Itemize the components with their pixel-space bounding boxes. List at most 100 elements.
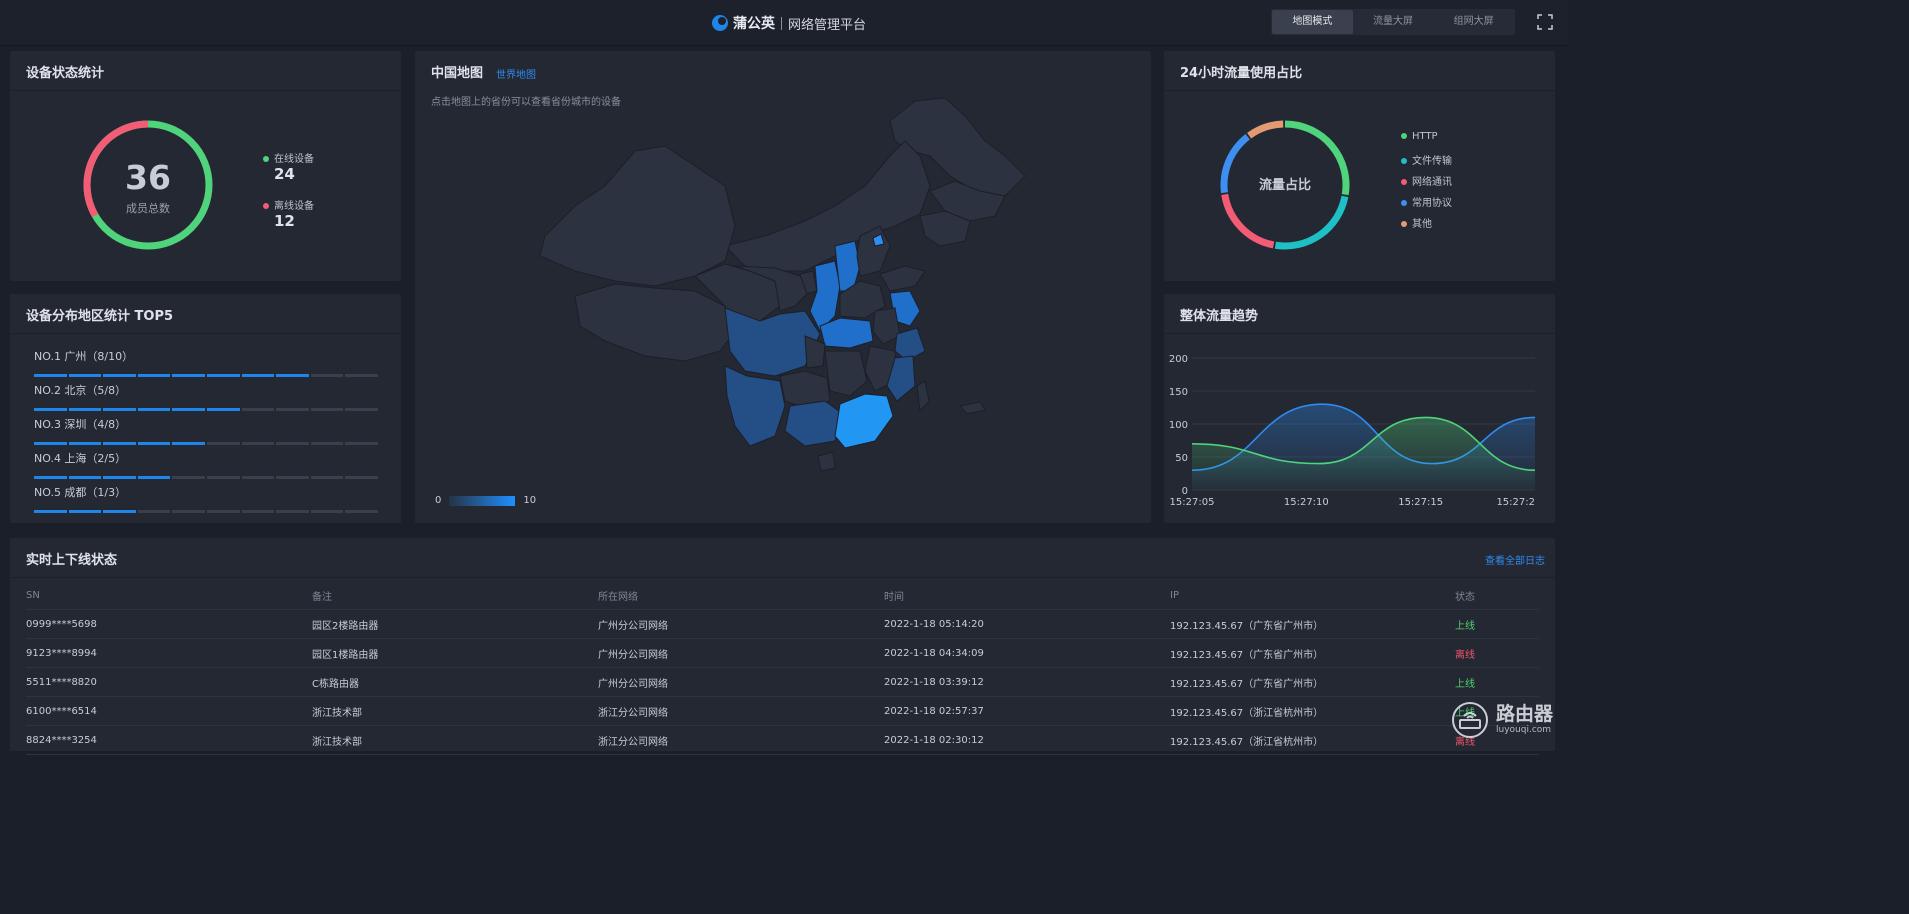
share-legend-item: 网络通讯: [1401, 173, 1452, 188]
progress-segment: [103, 442, 136, 445]
tab-map-mode[interactable]: 地图模式: [1272, 10, 1353, 34]
online-count: 24: [274, 165, 295, 183]
share-legend-item: 其他: [1401, 215, 1432, 230]
south-sea-islands: [959, 401, 986, 415]
y-tick-label: 0: [1182, 486, 1188, 497]
top-header: 蒲公英 网络管理平台 地图模式 流量大屏 组网大屏: [0, 0, 1568, 46]
col-ip: IP: [1170, 590, 1179, 601]
province-guangxi[interactable]: [784, 400, 844, 447]
legend-label: 文件传输: [1412, 156, 1452, 167]
share-legend-item: HTTP: [1401, 131, 1438, 142]
cell-time: 2022-1-18 04:34:09: [884, 647, 984, 659]
donut-slice: [1221, 193, 1275, 249]
cell-ip: 192.123.45.67（浙江省杭州市）: [1170, 707, 1324, 719]
cell-sn: 6100****6514: [26, 705, 97, 717]
device-donut-chart: 36 成员总数: [83, 120, 213, 250]
cell-note: 浙江技术部: [312, 736, 362, 748]
progress-segment: [172, 374, 205, 377]
table-row[interactable]: 6100****6514 浙江技术部 浙江分公司网络 2022-1-18 02:57:…: [26, 697, 1539, 726]
progress-segment: [345, 408, 378, 411]
rank-label: NO.3 深圳（4/8）: [34, 418, 127, 431]
progress-segment: [34, 408, 67, 411]
progress-segment: [68, 476, 102, 479]
province-inner-mongolia[interactable]: [724, 140, 931, 272]
table-row[interactable]: 9123****8994 园区1楼路由器 广州分公司网络 2022-1-18 04:3…: [26, 639, 1539, 668]
brand-name: 蒲公英: [733, 16, 775, 32]
region-top5-panel: 设备分布地区统计 TOP5 NO.1 广州（8/10） NO.2 北京（5/8） N…: [10, 294, 401, 523]
panel-title: 设备分布地区统计 TOP5: [26, 309, 174, 324]
rank-item: NO.4 上海（2/5）: [34, 450, 378, 479]
col-network: 所在网络: [598, 592, 638, 603]
y-tick-label: 50: [1175, 453, 1188, 464]
progress-segment: [103, 476, 136, 479]
province-hubei[interactable]: [819, 317, 874, 349]
platform-title: 网络管理平台: [788, 17, 867, 33]
province-anhui[interactable]: [872, 307, 901, 345]
share-legend-item: 文件传输: [1401, 152, 1452, 167]
province-hunan[interactable]: [824, 350, 868, 397]
legend-dot: [1401, 200, 1407, 206]
rank-progress-bar: [34, 510, 378, 513]
progress-segment: [137, 442, 171, 445]
legend-label: 其他: [1412, 219, 1432, 230]
traffic-share-donut: 流量占比: [1220, 120, 1350, 250]
progress-segment: [68, 442, 102, 445]
table-row[interactable]: 8824****3254 浙江技术部 浙江分公司网络 2022-1-18 02:30:…: [26, 726, 1539, 755]
progress-segment: [34, 510, 67, 513]
rank-progress-bar: [34, 476, 378, 479]
cell-time: 2022-1-18 05:14:20: [884, 618, 984, 630]
cell-network: 广州分公司网络: [598, 678, 668, 690]
offline-count: 12: [274, 212, 295, 230]
col-sn: SN: [26, 590, 40, 601]
table-row[interactable]: 5511****8820 C栋路由器 广州分公司网络 2022-1-18 03:39:…: [26, 668, 1539, 697]
x-tick-label: 15:27:05: [1170, 497, 1215, 508]
province-hainan[interactable]: [817, 451, 836, 472]
cell-sn: 0999****5698: [26, 618, 97, 630]
province-tibet[interactable]: [574, 283, 736, 362]
progress-segment: [310, 442, 344, 445]
watermark-url: luyouqi.com: [1496, 725, 1552, 735]
province-yunnan[interactable]: [724, 365, 786, 447]
fullscreen-icon[interactable]: [1537, 14, 1553, 30]
cell-note: 浙江技术部: [312, 707, 362, 719]
province-guangdong[interactable]: [834, 393, 894, 449]
panel-title: 中国地图: [431, 66, 484, 81]
legend-dot: [1401, 133, 1407, 139]
province-chongqing[interactable]: [804, 335, 826, 369]
progress-segment: [68, 510, 102, 513]
donut-center-label: 流量占比: [1259, 177, 1311, 193]
brand: 蒲公英 网络管理平台: [711, 12, 866, 34]
progress-segment: [241, 510, 275, 513]
progress-segment: [172, 476, 205, 479]
cell-note: 园区1楼路由器: [312, 649, 379, 661]
view-all-logs-link[interactable]: 查看全部日志: [1485, 552, 1545, 567]
tab-network-screen[interactable]: 组网大屏: [1433, 10, 1514, 34]
progress-segment: [310, 476, 344, 479]
mode-tabs: 地图模式 流量大屏 组网大屏: [1271, 9, 1515, 35]
cell-network: 浙江分公司网络: [598, 736, 668, 748]
cell-sn: 8824****3254: [26, 734, 97, 746]
map-legend-min: 0: [435, 495, 442, 506]
rank-label: NO.4 上海（2/5）: [34, 452, 127, 465]
watermark-title: 路由器: [1496, 703, 1554, 725]
cell-status: 上线: [1455, 620, 1475, 632]
y-tick-label: 150: [1169, 387, 1188, 398]
progress-segment: [241, 408, 275, 411]
map-legend-max: 10: [523, 495, 537, 506]
province-taiwan[interactable]: [916, 380, 930, 413]
brand-divider: [781, 16, 782, 30]
china-map[interactable]: [535, 96, 1035, 486]
x-tick-label: 15:27:15: [1398, 497, 1443, 508]
realtime-status-panel: 实时上下线状态 查看全部日志 SN 备注 所在网络 时间 IP 状态 0999*…: [10, 538, 1555, 755]
progress-segment: [241, 374, 275, 377]
table-row[interactable]: 0999****5698 园区2楼路由器 广州分公司网络 2022-1-18 05:1…: [26, 610, 1539, 639]
province-shandong[interactable]: [879, 265, 926, 292]
tab-traffic-screen[interactable]: 流量大屏: [1353, 10, 1434, 34]
world-map-link[interactable]: 世界地图: [496, 66, 536, 81]
donut-slice: [1247, 120, 1284, 139]
rank-label: NO.5 成都（1/3）: [34, 486, 127, 499]
province-xinjiang[interactable]: [539, 145, 736, 287]
legend-dot: [1401, 158, 1407, 164]
legend-label: HTTP: [1412, 131, 1438, 142]
progress-segment: [206, 442, 240, 445]
